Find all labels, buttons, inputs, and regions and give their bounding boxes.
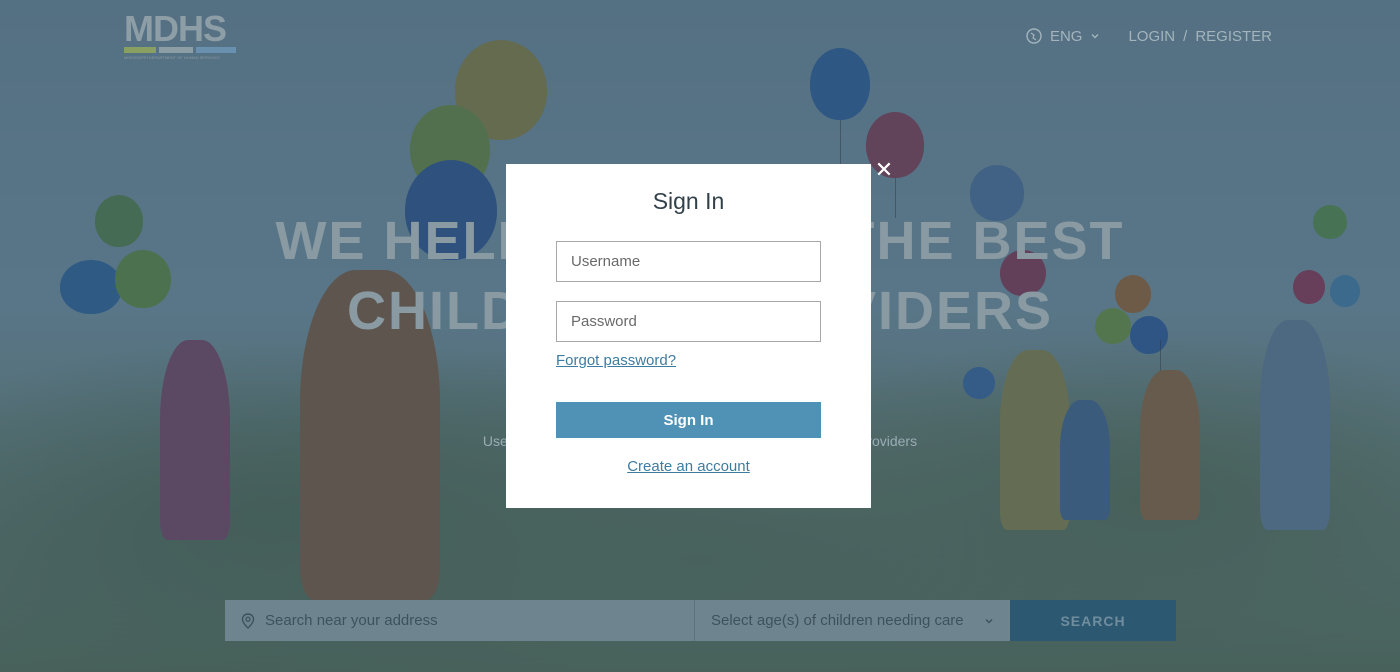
age-select[interactable]: Select age(s) of children needing care [695,600,1010,641]
location-pin-icon [241,612,255,629]
chevron-down-icon [1091,34,1099,39]
sign-in-button[interactable]: Sign In [556,402,821,438]
auth-separator: / [1183,27,1188,45]
age-select-value: Select age(s) of children needing care [711,612,964,629]
chevron-down-icon [985,618,993,623]
auth-links: LOGIN / REGISTER [1128,28,1272,45]
language-label: ENG [1049,27,1083,45]
create-account-wrapper: Create an account [506,458,871,476]
mdhs-logo[interactable]: MDHS MISSISSIPPI DEPARTMENT OF HUMAN SER… [124,8,238,62]
logo-stripes [124,47,238,53]
globe-icon [1026,28,1042,44]
search-bar: Select age(s) of children needing care S… [225,600,1176,641]
header-nav: ENG LOGIN / REGISTER [1026,25,1272,47]
search-button[interactable]: SEARCH [1010,600,1176,641]
username-field[interactable] [556,241,821,282]
address-search-field[interactable] [225,600,695,641]
create-account-link[interactable]: Create an account [627,458,750,475]
address-search-input[interactable] [265,612,665,629]
modal-title: Sign In [652,188,725,214]
register-link[interactable]: REGISTER [1195,28,1272,45]
logo-tagline: MISSISSIPPI DEPARTMENT OF HUMAN SERVICES [124,55,220,60]
close-icon[interactable]: ✕ [872,158,896,182]
login-link[interactable]: LOGIN [1128,28,1175,45]
sign-in-modal: ✕ Sign In Forgot password? Sign In Creat… [506,158,893,508]
logo-text: MDHS [124,8,227,49]
language-selector[interactable]: ENG [1026,28,1101,45]
forgot-password-link[interactable]: Forgot password? [556,352,676,369]
password-field[interactable] [556,301,821,342]
